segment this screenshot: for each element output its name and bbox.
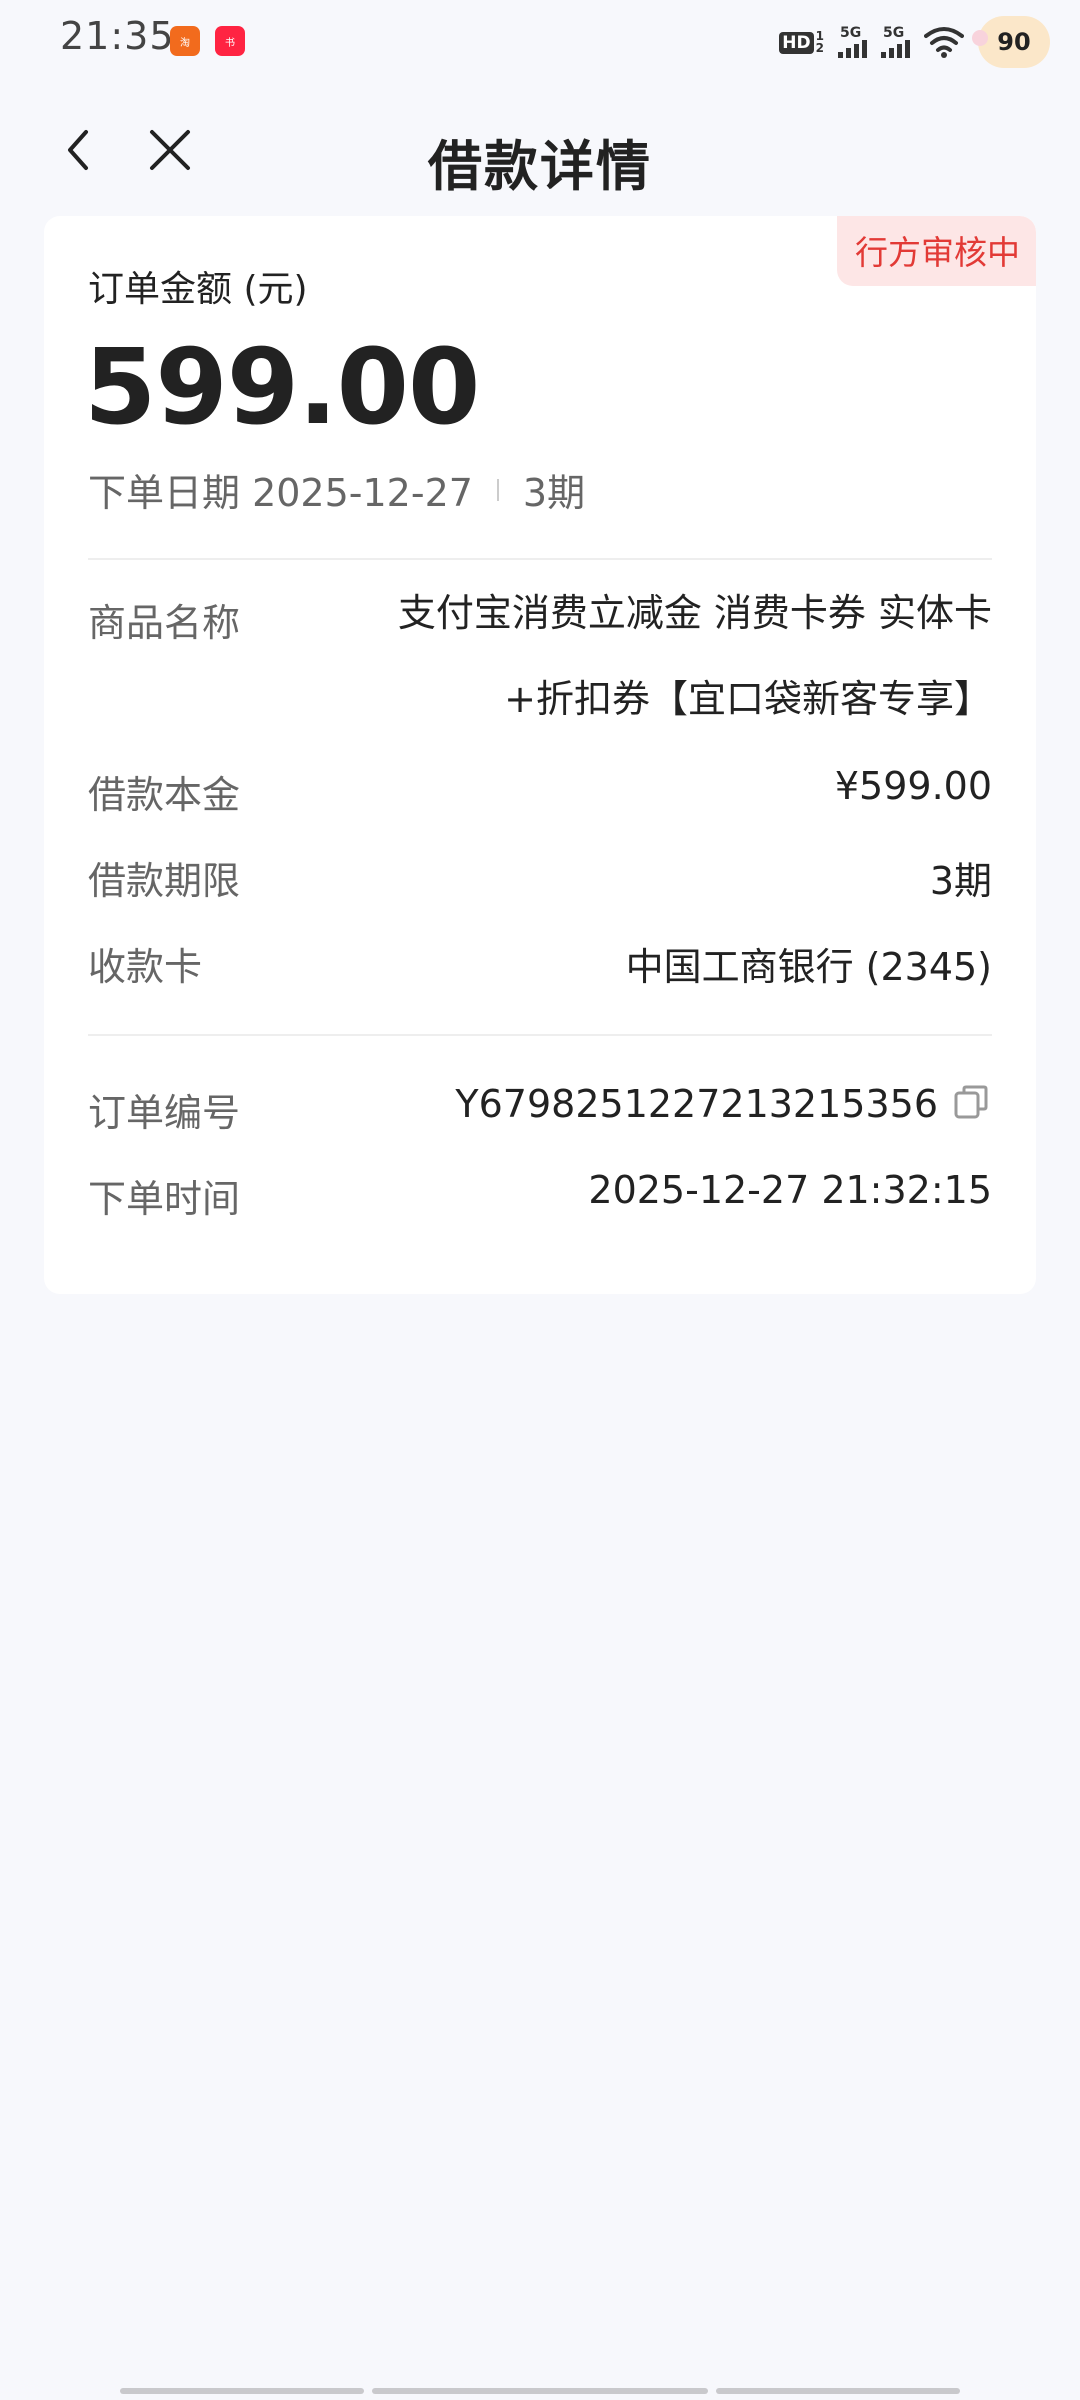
signal-icon: 5G bbox=[838, 26, 867, 58]
gesture-bar bbox=[716, 2388, 960, 2394]
divider bbox=[88, 1034, 992, 1036]
row-label: 借款期限 bbox=[88, 859, 241, 903]
order-amount: 599.00 bbox=[84, 326, 480, 448]
row-value: 2025-12-27 21:32:15 bbox=[588, 1168, 992, 1212]
battery-percent: 90 bbox=[997, 28, 1031, 56]
detail-row-product: 商品名称 支付宝消费立减金 消费卡券 实体卡+折扣券【宜口袋新客专享】 bbox=[88, 591, 992, 764]
row-label: 下单时间 bbox=[88, 1177, 241, 1221]
page-title: 借款详情 bbox=[428, 135, 652, 198]
xiaohongshu-icon: 书 bbox=[215, 26, 245, 56]
row-label: 收款卡 bbox=[88, 945, 203, 989]
status-badge: 行方审核中 bbox=[837, 216, 1036, 286]
row-label: 商品名称 bbox=[88, 601, 241, 645]
signal-icon: 5G bbox=[881, 26, 910, 58]
meta-divider bbox=[496, 478, 499, 501]
row-value: 中国工商银行 (2345) bbox=[625, 945, 992, 989]
divider bbox=[88, 558, 992, 560]
row-label: 订单编号 bbox=[88, 1091, 241, 1135]
row-value: Y6798251227213215356 bbox=[455, 1082, 992, 1127]
detail-row-order-time: 下单时间 2025-12-27 21:32:15 bbox=[88, 1168, 992, 1228]
row-value: 3期 bbox=[929, 859, 992, 903]
gesture-bar bbox=[120, 2388, 364, 2394]
wifi-icon bbox=[924, 27, 964, 58]
taobao-icon: 淘 bbox=[170, 26, 200, 56]
copy-icon[interactable] bbox=[952, 1083, 992, 1123]
row-value: ¥599.00 bbox=[834, 764, 992, 808]
row-label: 借款本金 bbox=[88, 773, 241, 817]
detail-row-term: 借款期限 3期 bbox=[88, 850, 992, 910]
order-term: 3期 bbox=[522, 471, 586, 515]
order-number: Y6798251227213215356 bbox=[455, 1082, 938, 1126]
detail-row-principal: 借款本金 ¥599.00 bbox=[88, 764, 992, 824]
page-header: 借款详情 bbox=[0, 100, 1080, 200]
detail-row-bank-card: 收款卡 中国工商银行 (2345) bbox=[88, 936, 992, 996]
status-bar: 21:35 淘 书 HD 12 5G 5G 90 bbox=[0, 0, 1080, 84]
gesture-bar bbox=[372, 2388, 708, 2394]
amount-label: 订单金额 (元) bbox=[88, 269, 308, 310]
detail-row-order-no: 订单编号 Y6798251227213215356 bbox=[88, 1082, 992, 1142]
row-value: 支付宝消费立减金 消费卡券 实体卡+折扣券【宜口袋新客专享】 bbox=[397, 591, 992, 721]
order-date: 下单日期 2025-12-27 bbox=[88, 471, 473, 515]
status-time: 21:35 bbox=[60, 14, 175, 58]
hd-voice-icon: HD 12 bbox=[779, 30, 824, 54]
loan-detail-card: 行方审核中 订单金额 (元) 599.00 下单日期 2025-12-27 3期… bbox=[44, 216, 1036, 1294]
battery-icon: 90 bbox=[972, 16, 1050, 68]
order-meta: 下单日期 2025-12-27 3期 bbox=[88, 462, 585, 517]
